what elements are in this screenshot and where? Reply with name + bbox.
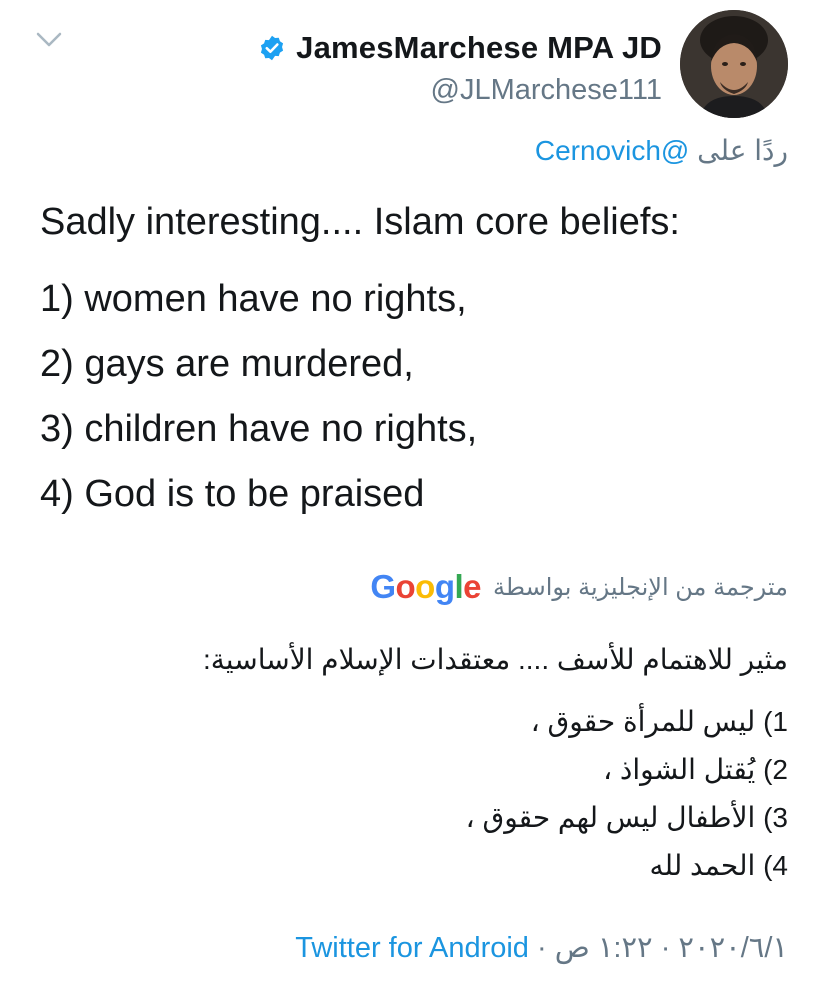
translated-intro: مثير للاهتمام للأسف .... معتقدات الإسلام… [203, 644, 788, 675]
tweet-timestamp[interactable]: ٢٠٢٠/٦/١ · ١:٢٢ ص [555, 932, 788, 964]
translated-line: 2) يُقتل الشواذ ، [603, 754, 788, 785]
author-name-row: JamesMarchese MPA JD [258, 30, 662, 66]
verified-badge-icon [261, 35, 284, 61]
source-app-link[interactable]: Twitter for Android [295, 932, 529, 964]
tweet-line: 4) God is to be praised [40, 473, 425, 515]
translated-text: مثير للاهتمام للأسف .... معتقدات الإسلام… [28, 636, 788, 890]
google-logo-letter: o [395, 568, 416, 605]
google-logo-letter: o [415, 568, 435, 605]
google-logo: Google [370, 568, 481, 606]
tweet-line: 1) women have no rights, [40, 278, 467, 320]
tweet-metadata: Twitter for Android · ٢٠٢٠/٦/١ · ١:٢٢ ص [295, 930, 788, 965]
tweet-line: 3) children have no rights, [40, 408, 478, 450]
tweet-line: 2) gays are murdered, [40, 343, 414, 385]
translated-by-label[interactable]: مترجمة من الإنجليزية بواسطة [493, 573, 788, 602]
translated-line: 3) الأطفال ليس لهم حقوق ، [465, 802, 788, 833]
tweet-intro: Sadly interesting.... Islam core beliefs… [40, 201, 680, 243]
avatar[interactable] [680, 10, 788, 118]
google-logo-letter: G [370, 568, 396, 605]
translated-line: 1) ليس للمرأة حقوق ، [530, 706, 788, 737]
google-logo-letter: l [454, 568, 464, 605]
author-display-name[interactable]: JamesMarchese MPA JD [296, 30, 662, 66]
tweet-body: Sadly interesting.... Islam core beliefs… [40, 190, 800, 527]
chevron-down-icon[interactable] [34, 28, 64, 52]
reply-prefix: ردًا على [697, 135, 788, 166]
tweet-author-header: JamesMarchese MPA JD @JLMarchese111 [258, 30, 662, 107]
google-logo-letter: g [434, 568, 455, 605]
meta-separator: · [528, 932, 555, 964]
author-handle[interactable]: @JLMarchese111 [258, 74, 662, 107]
google-logo-letter: e [463, 568, 482, 605]
reply-context: ردًا على @Cernovich [535, 134, 788, 167]
translated-line: 4) الحمد لله [649, 850, 788, 881]
translation-attribution: Google مترجمة من الإنجليزية بواسطة [370, 568, 788, 606]
reply-mention-link[interactable]: @Cernovich [535, 135, 690, 166]
avatar-portrait [680, 10, 788, 118]
